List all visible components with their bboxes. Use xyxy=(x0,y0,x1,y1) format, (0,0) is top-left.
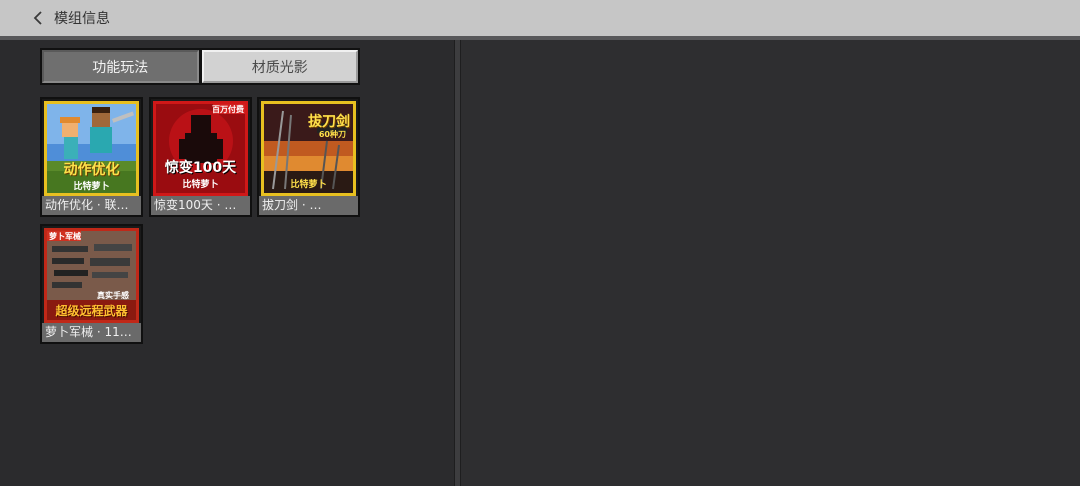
back-button[interactable]: 模组信息 xyxy=(30,8,110,28)
mod-card-label: 惊变100天 · … xyxy=(151,196,250,215)
mod-card-infected-100-days[interactable]: 百万付费 惊变100天 比特萝卜 惊变100天 · … xyxy=(149,97,252,217)
tab-textures-shaders[interactable]: 材质光影 xyxy=(201,50,358,83)
thumbnail-badge: 萝卜军械 xyxy=(49,232,81,241)
thumbnail-subtitle: 比特萝卜 xyxy=(73,182,110,192)
top-bar: 模组信息 xyxy=(0,0,1080,40)
thumbnail-subtitle: 比特萝卜 xyxy=(182,180,219,190)
mod-thumbnail: 萝卜军械 真实手感 超级远程武器 xyxy=(44,228,139,323)
mod-thumbnail: 动作优化 比特萝卜 xyxy=(44,101,139,196)
mod-thumbnail: 拔刀剑 60种刀 比特萝卜 xyxy=(261,101,356,196)
mod-card-radish-arsenal[interactable]: 萝卜军械 真实手感 超级远程武器 萝卜军械 · 11… xyxy=(40,224,143,344)
thumbnail-subtitle: 真实手感 xyxy=(97,291,129,300)
tab-gameplay[interactable]: 功能玩法 xyxy=(42,50,199,83)
mod-card-label: 萝卜军械 · 11… xyxy=(42,323,141,342)
thumbnail-badge: 百万付费 xyxy=(212,105,244,114)
mod-card-label: 拔刀剑 · … xyxy=(259,196,358,215)
mod-card-label: 动作优化 · 联… xyxy=(42,196,141,215)
thumbnail-title: 动作优化 xyxy=(63,162,120,178)
panel-divider[interactable] xyxy=(454,40,461,486)
mod-card-drawing-sword[interactable]: 拔刀剑 60种刀 比特萝卜 拔刀剑 · … xyxy=(257,97,360,217)
mod-list-panel: 功能玩法 材质光影 动作优化 比特萝卜 动作优化 · 联… 百万付费 惊变100… xyxy=(0,40,454,486)
thumbnail-title: 超级远程武器 xyxy=(55,304,128,318)
thumbnail-title: 惊变100天 xyxy=(164,160,237,176)
mod-thumbnail: 百万付费 惊变100天 比特萝卜 xyxy=(153,101,248,196)
mod-card-action-optimization[interactable]: 动作优化 比特萝卜 动作优化 · 联… xyxy=(40,97,143,217)
category-tabs: 功能玩法 材质光影 xyxy=(40,48,360,85)
chevron-left-icon[interactable] xyxy=(30,9,48,27)
thumbnail-subtitle: 比特萝卜 xyxy=(290,180,327,190)
thumbnail-title: 拔刀剑 xyxy=(308,114,350,130)
page-title: 模组信息 xyxy=(54,11,110,27)
thumbnail-badge: 60种刀 xyxy=(318,130,346,139)
mod-detail-panel xyxy=(461,40,1080,486)
